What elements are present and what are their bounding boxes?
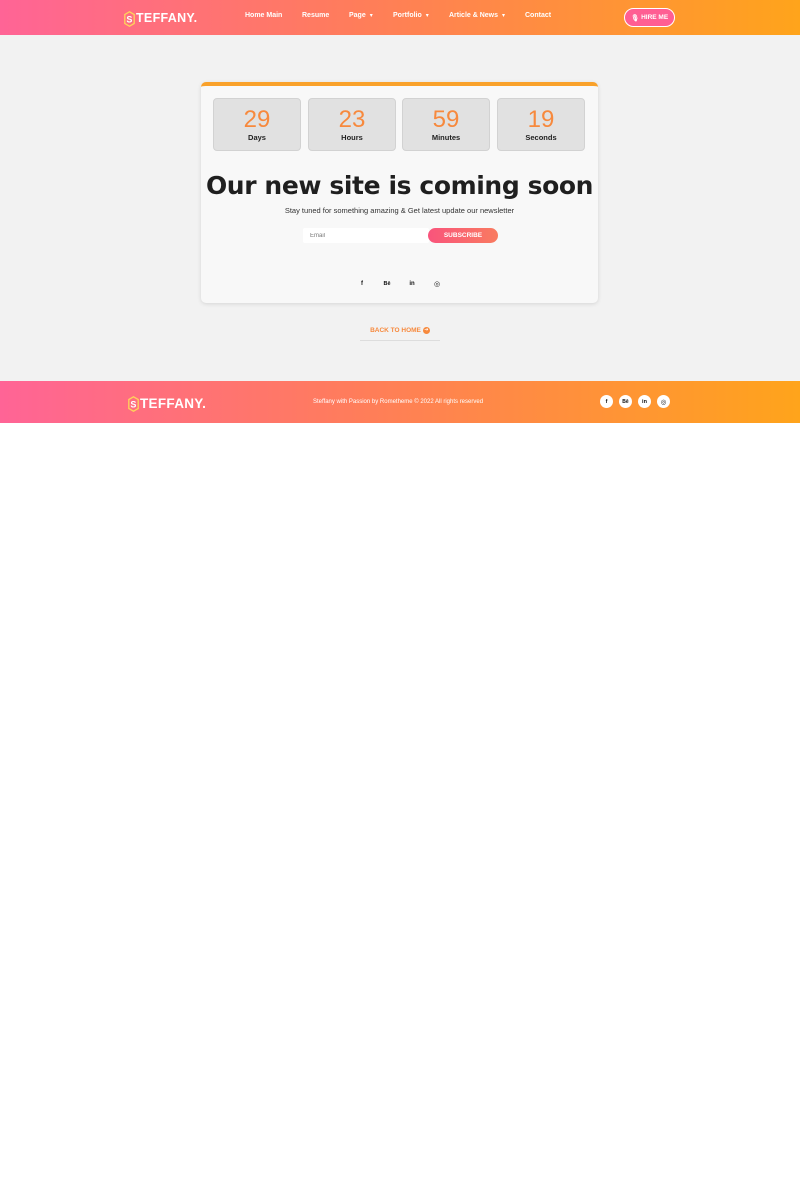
countdown-hours: 23 Hours: [308, 98, 396, 151]
site-header: S TEFFANY. Home Main Resume Page ▾ Portf…: [0, 0, 800, 35]
newsletter-description: Stay tuned for something amazing & Get l…: [284, 206, 515, 215]
chevron-down-icon: ▾: [425, 12, 429, 19]
chevron-down-icon: ▾: [369, 12, 373, 19]
nav-resume[interactable]: Resume: [302, 12, 329, 19]
back-to-home-link[interactable]: BACK TO HOME ➜: [360, 325, 440, 341]
social-links: f Bē in ◎: [201, 276, 598, 292]
chevron-down-icon: ▾: [502, 12, 506, 19]
countdown-seconds: 19 Seconds: [497, 98, 585, 151]
svg-text:S: S: [130, 399, 136, 409]
countdown-unit: Minutes: [431, 133, 461, 142]
site-logo[interactable]: S TEFFANY.: [124, 9, 197, 27]
countdown-value: 23: [338, 106, 366, 133]
facebook-icon[interactable]: f: [354, 276, 370, 292]
logo-s-icon: S: [124, 10, 135, 27]
countdown-value: 59: [432, 106, 460, 133]
linkedin-icon[interactable]: in: [404, 276, 420, 292]
logo-s-icon: S: [128, 395, 139, 412]
email-field[interactable]: [303, 228, 429, 243]
page-title: Our new site is coming soon: [205, 171, 594, 200]
nav-contact[interactable]: Contact: [525, 12, 551, 19]
coming-soon-card: 29 Days 23 Hours 59 Minutes 19 Seconds O…: [201, 82, 598, 303]
countdown-minutes: 59 Minutes: [402, 98, 490, 151]
logo-text: TEFFANY.: [136, 11, 198, 25]
countdown-days: 29 Days: [213, 98, 301, 151]
instagram-icon[interactable]: ◎: [657, 395, 670, 408]
copyright-text: Steffany with Passion by Rometheme © 202…: [312, 399, 484, 405]
svg-text:S: S: [126, 14, 132, 24]
nav-page[interactable]: Page ▾: [349, 12, 373, 19]
countdown-value: 29: [243, 106, 271, 133]
nav-article-news[interactable]: Article & News ▾: [449, 12, 505, 19]
blank-page-area: [0, 423, 800, 1200]
site-footer: S TEFFANY. Steffany with Passion by Rome…: [0, 381, 800, 423]
countdown-value: 19: [527, 106, 555, 133]
subscribe-button[interactable]: SUBSCRIBE: [428, 228, 498, 243]
linkedin-icon[interactable]: in: [638, 395, 651, 408]
main-section: 29 Days 23 Hours 59 Minutes 19 Seconds O…: [0, 35, 800, 381]
nav-portfolio[interactable]: Portfolio ▾: [393, 12, 429, 19]
instagram-icon[interactable]: ◎: [429, 276, 445, 292]
behance-icon[interactable]: Bē: [379, 276, 395, 292]
arrow-right-circle-icon: ➜: [422, 327, 430, 334]
footer-logo[interactable]: S TEFFANY.: [128, 394, 206, 412]
facebook-icon[interactable]: f: [600, 395, 613, 408]
microphone-icon: 🎙: [630, 14, 640, 22]
hire-me-button[interactable]: 🎙 HIRE ME: [624, 8, 675, 27]
nav-home-main[interactable]: Home Main: [245, 12, 282, 19]
behance-icon[interactable]: Bē: [619, 395, 632, 408]
countdown-unit: Days: [248, 133, 266, 142]
logo-text: TEFFANY.: [140, 395, 207, 411]
countdown-unit: Seconds: [525, 133, 557, 142]
countdown-unit: Hours: [341, 133, 363, 142]
